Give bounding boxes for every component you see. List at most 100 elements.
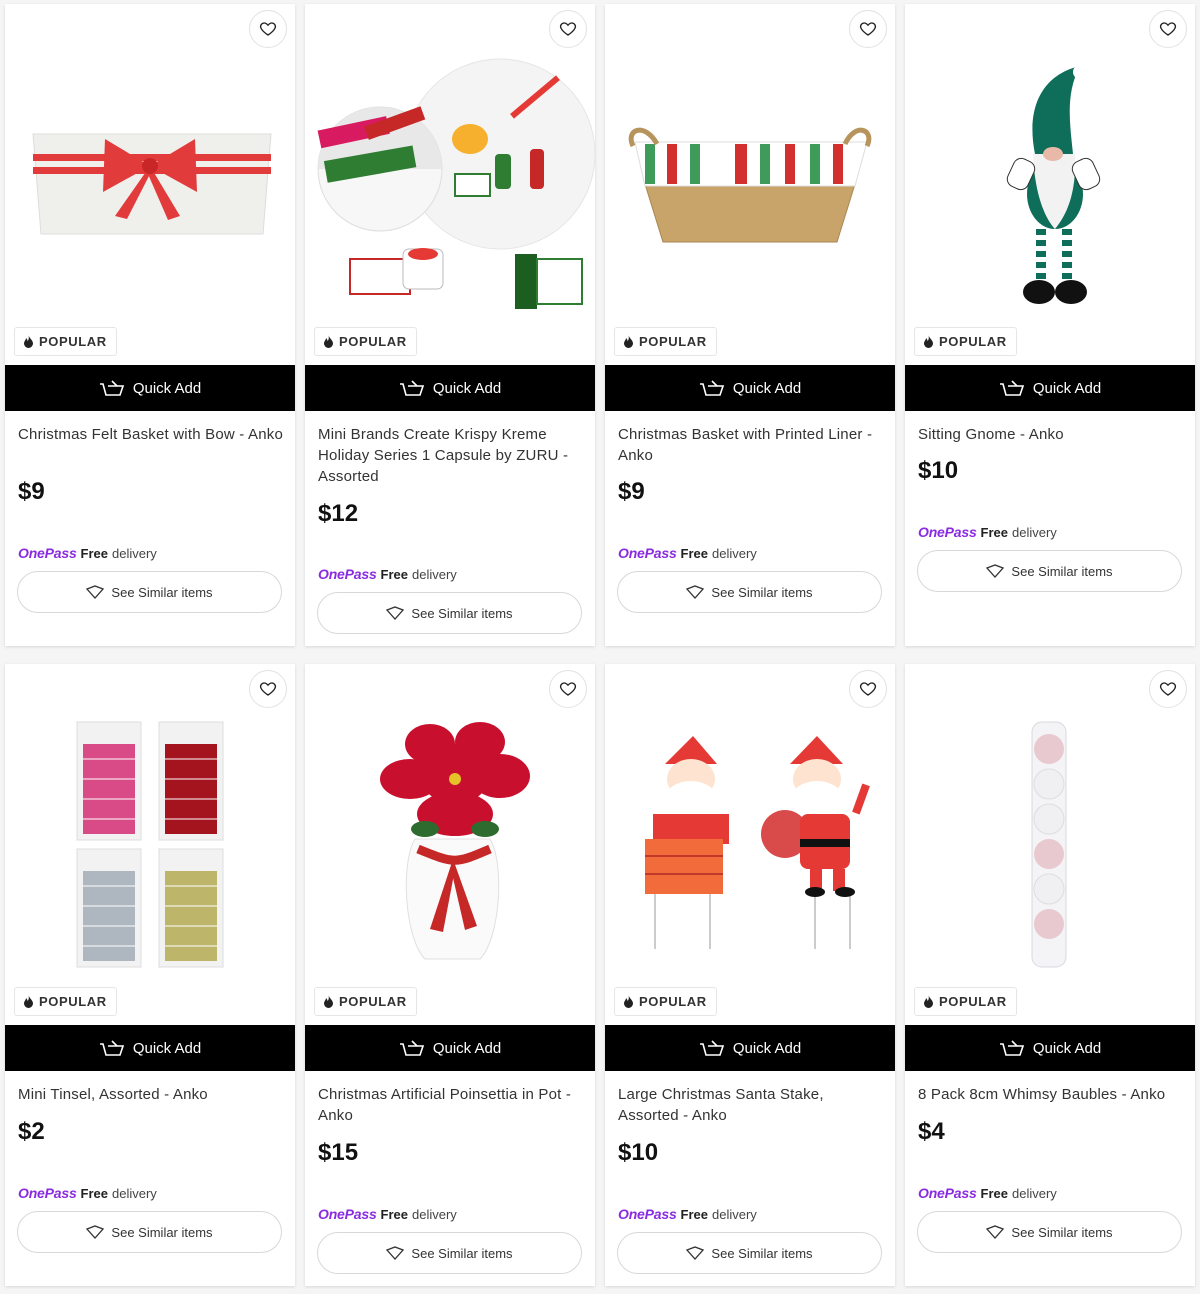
quick-add-button[interactable]: Quick Add — [5, 365, 295, 411]
see-similar-button[interactable]: See Similar items — [17, 571, 282, 613]
tag-icon — [386, 606, 405, 620]
see-similar-button[interactable]: See Similar items — [617, 1232, 882, 1274]
sitting-gnome-illustration — [1006, 65, 1101, 304]
wishlist-button[interactable] — [1149, 10, 1187, 48]
wishlist-button[interactable] — [549, 10, 587, 48]
quick-add-button[interactable]: Quick Add — [305, 365, 595, 411]
product-card[interactable]: POPULAR Quick Add Mini Tinsel, Assorted … — [5, 664, 295, 1286]
badge-label: POPULAR — [339, 334, 407, 349]
quick-add-label: Quick Add — [1032, 379, 1102, 397]
product-card[interactable]: POPULAR Quick Add Christmas Basket with … — [605, 4, 895, 646]
free-label: Free — [980, 1186, 1008, 1201]
onepass-delivery: OnePass Free delivery — [18, 545, 157, 561]
wishlist-button[interactable] — [549, 670, 587, 708]
quick-add-label: Quick Add — [732, 1039, 802, 1057]
onepass-delivery: OnePass Free delivery — [318, 566, 457, 582]
see-similar-label: See Similar items — [411, 1245, 513, 1261]
free-label: Free — [380, 567, 408, 582]
product-image[interactable] — [905, 4, 1195, 324]
wishlist-button[interactable] — [249, 10, 287, 48]
badge-label: POPULAR — [339, 994, 407, 1009]
see-similar-button[interactable]: See Similar items — [917, 1211, 1182, 1253]
see-similar-button[interactable]: See Similar items — [917, 550, 1182, 592]
quick-add-label: Quick Add — [1032, 1039, 1102, 1057]
heart-icon — [259, 682, 277, 696]
heart-icon — [559, 682, 577, 696]
see-similar-button[interactable]: See Similar items — [617, 571, 882, 613]
basket-icon — [399, 1040, 424, 1056]
product-title[interactable]: Mini Tinsel, Assorted - Anko — [18, 1084, 283, 1105]
product-title[interactable]: 8 Pack 8cm Whimsy Baubles - Anko — [918, 1084, 1183, 1105]
felt-basket-illustration — [32, 133, 272, 235]
wishlist-button[interactable] — [849, 10, 887, 48]
onepass-logo: OnePass — [918, 1185, 977, 1201]
tag-icon — [86, 585, 105, 599]
see-similar-label: See Similar items — [711, 1245, 813, 1261]
quick-add-button[interactable]: Quick Add — [605, 1025, 895, 1071]
onepass-delivery: OnePass Free delivery — [18, 1185, 157, 1201]
product-image[interactable] — [5, 664, 295, 984]
onepass-delivery: OnePass Free delivery — [618, 545, 757, 561]
free-label: Free — [380, 1207, 408, 1222]
tag-icon — [686, 1246, 705, 1260]
quick-add-button[interactable]: Quick Add — [5, 1025, 295, 1071]
see-similar-label: See Similar items — [111, 584, 213, 600]
see-similar-label: See Similar items — [1011, 1224, 1113, 1240]
product-title[interactable]: Sitting Gnome - Anko — [918, 424, 1183, 445]
product-card[interactable]: POPULAR Quick Add Sitting Gnome - Anko $… — [905, 4, 1195, 646]
onepass-logo: OnePass — [318, 1206, 377, 1222]
product-image[interactable] — [305, 4, 595, 324]
quick-add-button[interactable]: Quick Add — [305, 1025, 595, 1071]
quick-add-button[interactable]: Quick Add — [905, 1025, 1195, 1071]
free-label: Free — [80, 546, 108, 561]
badge-label: POPULAR — [39, 334, 107, 349]
product-title[interactable]: Christmas Artificial Poinsettia in Pot -… — [318, 1084, 583, 1126]
mini-brands-capsule-illustration — [317, 58, 595, 309]
quick-add-label: Quick Add — [732, 379, 802, 397]
tag-icon — [686, 585, 705, 599]
flame-icon — [24, 335, 33, 348]
wishlist-button[interactable] — [1149, 670, 1187, 708]
onepass-logo: OnePass — [618, 545, 677, 561]
quick-add-button[interactable]: Quick Add — [905, 365, 1195, 411]
flame-icon — [324, 335, 333, 348]
product-price: $15 — [318, 1139, 359, 1166]
product-title[interactable]: Christmas Basket with Printed Liner - An… — [618, 424, 883, 466]
product-image[interactable] — [905, 664, 1195, 984]
product-card[interactable]: POPULAR Quick Add Christmas Felt Basket … — [5, 4, 295, 646]
product-card[interactable]: POPULAR Quick Add Mini Brands Create Kri… — [305, 4, 595, 646]
product-image[interactable] — [5, 4, 295, 324]
free-label: Free — [80, 1186, 108, 1201]
product-price: $10 — [918, 457, 959, 484]
see-similar-button[interactable]: See Similar items — [17, 1211, 282, 1253]
badge-label: POPULAR — [639, 994, 707, 1009]
basket-icon — [99, 380, 124, 396]
product-title[interactable]: Mini Brands Create Krispy Kreme Holiday … — [318, 424, 583, 487]
free-label: Free — [980, 525, 1008, 540]
delivery-label: delivery — [412, 1207, 457, 1222]
delivery-label: delivery — [412, 567, 457, 582]
product-image[interactable] — [605, 664, 895, 984]
onepass-logo: OnePass — [318, 566, 377, 582]
tinsel-packs-illustration — [76, 721, 224, 968]
product-title[interactable]: Christmas Felt Basket with Bow - Anko — [18, 424, 283, 445]
product-title[interactable]: Large Christmas Santa Stake, Assorted - … — [618, 1084, 883, 1126]
delivery-label: delivery — [712, 1207, 757, 1222]
popular-badge: POPULAR — [314, 327, 417, 356]
onepass-delivery: OnePass Free delivery — [618, 1206, 757, 1222]
product-image[interactable] — [305, 664, 595, 984]
flame-icon — [924, 335, 933, 348]
see-similar-button[interactable]: See Similar items — [317, 1232, 582, 1274]
product-image[interactable] — [605, 4, 895, 324]
product-card[interactable]: POPULAR Quick Add Large Christmas Santa … — [605, 664, 895, 1286]
product-card[interactable]: POPULAR Quick Add 8 Pack 8cm Whimsy Baub… — [905, 664, 1195, 1286]
see-similar-label: See Similar items — [111, 1224, 213, 1240]
wishlist-button[interactable] — [849, 670, 887, 708]
product-card[interactable]: POPULAR Quick Add Christmas Artificial P… — [305, 664, 595, 1286]
wishlist-button[interactable] — [249, 670, 287, 708]
see-similar-button[interactable]: See Similar items — [317, 592, 582, 634]
quick-add-button[interactable]: Quick Add — [605, 365, 895, 411]
badge-label: POPULAR — [639, 334, 707, 349]
flame-icon — [624, 335, 633, 348]
onepass-logo: OnePass — [618, 1206, 677, 1222]
